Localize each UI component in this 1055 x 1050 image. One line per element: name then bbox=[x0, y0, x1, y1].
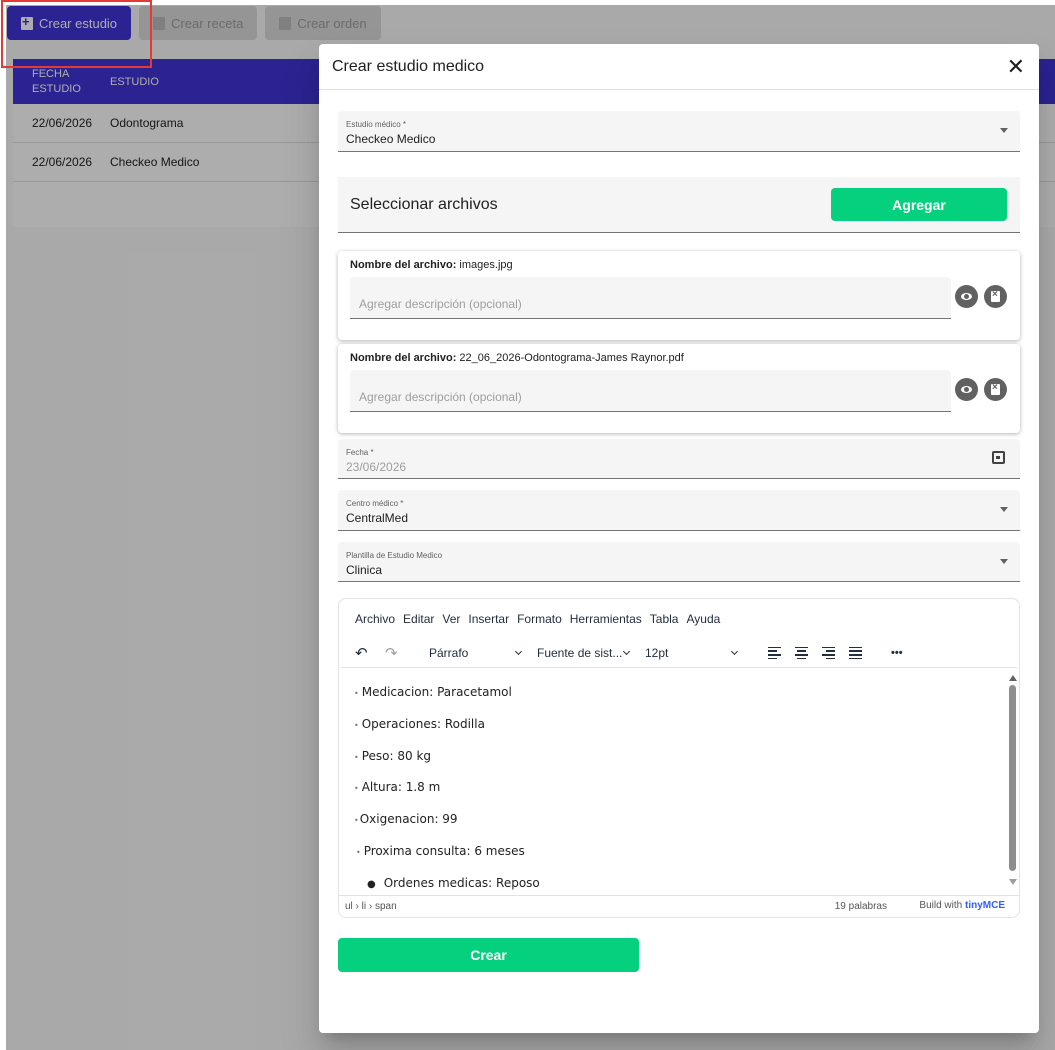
delete-file-button[interactable] bbox=[984, 285, 1007, 308]
content-line-text: Oxigenacion: 99 bbox=[359, 812, 458, 826]
highlight-annotation bbox=[1, 0, 152, 68]
study-select-value: Checkeo Medico bbox=[346, 132, 436, 146]
tinymce-branding[interactable]: Build with tinyMCE bbox=[919, 900, 1005, 911]
menu-tabla[interactable]: Tabla bbox=[650, 612, 679, 626]
content-line-text: Altura: 1.8 m bbox=[361, 780, 441, 794]
content-line: • Peso: 80 kg bbox=[354, 749, 432, 763]
chevron-down-icon bbox=[1000, 559, 1008, 564]
study-select[interactable]: Estudio médico * Checkeo Medico bbox=[338, 111, 1020, 152]
file-name: Nombre del archivo: 22_06_2026-Odontogra… bbox=[350, 352, 684, 364]
content-line: • Medicacion: Paracetamol bbox=[354, 685, 512, 699]
medical-center-label: Centro médico * bbox=[346, 499, 404, 508]
content-line-text: Proxima consulta: 6 meses bbox=[363, 844, 525, 858]
font-size-select[interactable]: 12pt bbox=[639, 642, 743, 664]
content-line-text: Operaciones: Rodilla bbox=[361, 717, 485, 731]
template-value: Clinica bbox=[346, 563, 383, 577]
date-field-label: Fecha * bbox=[346, 448, 374, 457]
file-name-label: Nombre del archivo: bbox=[350, 352, 457, 364]
editor-toolbar: ↶ ↷ Párrafo Fuente de sist... 12pt ••• bbox=[355, 641, 1015, 665]
close-icon[interactable]: ✕ bbox=[1007, 55, 1025, 78]
template-label: Plantilla de Estudio Medico bbox=[346, 551, 443, 560]
toolbar-divider bbox=[341, 667, 1017, 668]
content-line-text: Medicacion: Paracetamol bbox=[361, 685, 512, 699]
undo-icon[interactable]: ↶ bbox=[355, 644, 385, 662]
view-file-button[interactable] bbox=[955, 378, 978, 401]
content-line: •Oxigenacion: 99 bbox=[354, 812, 458, 826]
editor-content[interactable]: • Medicacion: Paracetamol • Operaciones: R… bbox=[339, 673, 1007, 897]
files-section-header: Seleccionar archivos Agregar bbox=[338, 177, 1020, 233]
date-field[interactable]: Fecha * 23/06/2026 bbox=[338, 439, 1020, 479]
study-select-label: Estudio médico * bbox=[346, 120, 407, 129]
block-format-value: Párrafo bbox=[429, 646, 469, 660]
dialog-title: Crear estudio medico bbox=[332, 57, 485, 75]
file-card: Nombre del archivo: images.jpg Agregar d… bbox=[338, 251, 1020, 340]
files-section-title: Seleccionar archivos bbox=[350, 195, 498, 213]
trash-icon bbox=[991, 382, 1000, 395]
view-file-button[interactable] bbox=[955, 285, 978, 308]
description-input[interactable]: Agregar descripción (opcional) bbox=[350, 370, 951, 412]
element-path[interactable]: ul › li › span bbox=[345, 901, 397, 912]
description-placeholder: Agregar descripción (opcional) bbox=[359, 297, 522, 311]
editor-menu-bar: Archivo Editar Ver Insertar Formato Herr… bbox=[355, 612, 720, 626]
file-name-value: 22_06_2026-Odontograma-James Raynor.pdf bbox=[459, 352, 684, 364]
scroll-thumb[interactable] bbox=[1009, 685, 1016, 871]
align-right-icon[interactable] bbox=[822, 646, 835, 660]
scroll-down-icon[interactable] bbox=[1008, 879, 1017, 885]
word-count[interactable]: 19 palabras bbox=[835, 901, 887, 912]
redo-icon[interactable]: ↷ bbox=[385, 644, 423, 662]
chevron-down-icon bbox=[1000, 128, 1008, 133]
editor-scrollbar[interactable] bbox=[1008, 673, 1017, 897]
medical-center-select[interactable]: Centro médico * CentralMed bbox=[338, 490, 1020, 531]
menu-editar[interactable]: Editar bbox=[403, 612, 434, 626]
template-select[interactable]: Plantilla de Estudio Medico Clinica bbox=[338, 542, 1020, 582]
align-justify-icon[interactable] bbox=[849, 646, 862, 660]
file-name-label: Nombre del archivo: bbox=[350, 259, 457, 271]
align-center-icon[interactable] bbox=[795, 646, 808, 660]
editor-status-bar: ul › li › span 19 palabras Build with ti… bbox=[339, 895, 1019, 917]
calendar-icon[interactable] bbox=[992, 451, 1005, 464]
description-placeholder: Agregar descripción (opcional) bbox=[359, 390, 522, 404]
menu-archivo[interactable]: Archivo bbox=[355, 612, 395, 626]
brand-prefix: Build with bbox=[919, 900, 963, 911]
font-family-value: Fuente de sist... bbox=[537, 646, 623, 660]
menu-formato[interactable]: Formato bbox=[517, 612, 562, 626]
date-field-value: 23/06/2026 bbox=[346, 460, 407, 474]
content-line-text: Peso: 80 kg bbox=[361, 749, 432, 763]
menu-ayuda[interactable]: Ayuda bbox=[686, 612, 720, 626]
menu-ver[interactable]: Ver bbox=[442, 612, 460, 626]
file-card: Nombre del archivo: 22_06_2026-Odontogra… bbox=[338, 344, 1020, 433]
block-format-select[interactable]: Párrafo bbox=[423, 642, 527, 664]
font-family-select[interactable]: Fuente de sist... bbox=[531, 642, 635, 664]
delete-file-button[interactable] bbox=[984, 378, 1007, 401]
menu-insertar[interactable]: Insertar bbox=[468, 612, 509, 626]
more-options-icon[interactable]: ••• bbox=[891, 647, 903, 659]
content-bullet: ● Ordenes medicas: Reposo bbox=[367, 876, 540, 890]
chevron-down-icon bbox=[1000, 507, 1008, 512]
content-line: • Operaciones: Rodilla bbox=[354, 717, 485, 731]
file-name-value: images.jpg bbox=[459, 259, 513, 271]
eye-icon bbox=[961, 293, 972, 300]
content-line: • Proxima consulta: 6 meses bbox=[356, 844, 525, 858]
add-file-button[interactable]: Agregar bbox=[831, 188, 1007, 221]
chevron-down-icon bbox=[730, 647, 739, 656]
medical-center-value: CentralMed bbox=[346, 511, 409, 525]
file-name: Nombre del archivo: images.jpg bbox=[350, 259, 513, 271]
trash-icon bbox=[991, 289, 1000, 302]
align-left-icon[interactable] bbox=[768, 646, 781, 660]
dialog-header: Crear estudio medico ✕ bbox=[319, 44, 1039, 90]
create-study-dialog: Crear estudio medico ✕ Estudio médico * … bbox=[319, 44, 1039, 1033]
content-line: • Altura: 1.8 m bbox=[354, 780, 441, 794]
content-line-text: Ordenes medicas: Reposo bbox=[383, 876, 540, 890]
rich-text-editor: Archivo Editar Ver Insertar Formato Herr… bbox=[338, 598, 1020, 918]
scroll-up-icon[interactable] bbox=[1008, 675, 1017, 681]
chevron-down-icon bbox=[514, 647, 523, 656]
create-button[interactable]: Crear bbox=[338, 938, 639, 972]
chevron-down-icon bbox=[622, 647, 631, 656]
menu-herramientas[interactable]: Herramientas bbox=[570, 612, 642, 626]
eye-icon bbox=[961, 386, 972, 393]
description-input[interactable]: Agregar descripción (opcional) bbox=[350, 277, 951, 319]
font-size-value: 12pt bbox=[645, 646, 669, 660]
brand-name: tinyMCE bbox=[965, 900, 1005, 911]
